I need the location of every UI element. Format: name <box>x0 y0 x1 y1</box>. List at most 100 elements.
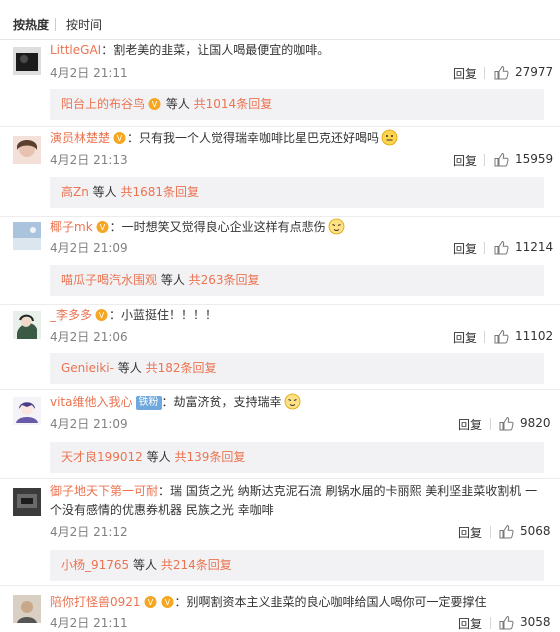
avatar[interactable] <box>13 222 41 250</box>
comment-item: _李多多 V ：小蓝挺住！！！！ 4月2日 21:06 回复 11102 Genie… <box>0 305 560 389</box>
reply-button[interactable]: 回复 <box>453 152 477 169</box>
like-button[interactable]: 9820 <box>499 415 551 431</box>
emoji-face-icon <box>328 218 345 235</box>
sub-reply-user[interactable]: 高Zn <box>61 185 89 199</box>
like-count: 11102 <box>515 329 554 343</box>
action-divider <box>490 418 491 430</box>
sub-replies: Genieiki- 等人 共182条回复 <box>50 353 544 384</box>
like-count: 5068 <box>520 524 551 538</box>
like-count: 15959 <box>515 152 554 166</box>
avatar[interactable] <box>13 47 41 75</box>
like-button[interactable]: 27977 <box>494 64 553 80</box>
thumbs-up-icon <box>499 416 514 430</box>
action-divider <box>484 154 485 166</box>
thumbs-up-icon <box>494 152 509 166</box>
action-divider <box>484 242 485 254</box>
comment-time: 4月2日 21:11 <box>50 66 128 80</box>
sub-reply-mid: 等人 <box>157 273 189 287</box>
sub-reply-count[interactable]: 共214条回复 <box>161 558 232 572</box>
like-button[interactable]: 5068 <box>499 523 551 539</box>
comment-username[interactable]: 陪你打怪兽0921 <box>50 595 141 609</box>
thumbs-up-icon <box>499 524 514 538</box>
reply-button[interactable]: 回复 <box>458 615 482 632</box>
thumbs-up-icon <box>499 615 514 629</box>
comment-username[interactable]: 御子地天下第一可耐 <box>50 484 158 498</box>
sub-replies: 高Zn 等人 共1681条回复 <box>50 177 544 208</box>
like-count: 11214 <box>515 240 554 254</box>
sub-reply-count[interactable]: 共263条回复 <box>189 273 260 287</box>
reply-button[interactable]: 回复 <box>453 329 477 346</box>
sub-reply-user[interactable]: 阳台上的布谷鸟 <box>61 97 145 111</box>
comment-time: 4月2日 21:13 <box>50 153 128 167</box>
comment-item: 陪你打怪兽0921 V V ：别啊割资本主义韭菜的良心咖啡给国人喝你可一定要撑住 4月… <box>0 586 560 632</box>
tab-divider <box>55 18 56 31</box>
comment-username[interactable]: 演员林楚楚 <box>50 131 110 145</box>
reply-button[interactable]: 回复 <box>453 240 477 257</box>
sub-reply-mid: 等人 <box>129 558 161 572</box>
comment-body: 御子地天下第一可耐：瑞 国货之光 纳斯达克泥石流 刷锅水届的卡丽熙 美利坚韭菜收… <box>50 482 544 520</box>
comment-body: 陪你打怪兽0921 V V ：别啊割资本主义韭菜的良心咖啡给国人喝你可一定要撑住 <box>50 593 552 611</box>
svg-text:V: V <box>164 598 170 607</box>
sub-replies: 小杨_91765 等人 共214条回复 <box>50 550 544 581</box>
svg-text:V: V <box>99 311 105 320</box>
comment-time: 4月2日 21:06 <box>50 330 128 344</box>
comment-time: 4月2日 21:11 <box>50 616 128 630</box>
sub-reply-mid: 等人 <box>162 97 194 111</box>
sub-reply-mid: 等人 <box>142 450 175 464</box>
avatar[interactable] <box>13 488 41 516</box>
comment-item: 御子地天下第一可耐：瑞 国货之光 纳斯达克泥石流 刷锅水届的卡丽熙 美利坚韭菜收… <box>0 479 560 585</box>
fan-badge: 铁粉 <box>135 396 162 410</box>
sub-reply-user[interactable]: 天才良199012 <box>61 450 143 464</box>
reply-button[interactable]: 回复 <box>458 416 482 433</box>
comment-text: ：只有我一个人觉得瑞幸咖啡比星巴克还好喝吗 <box>127 131 380 145</box>
comment-text: ：劫富济贫，支持瑞幸 <box>161 395 282 409</box>
emoji-face-icon <box>284 393 300 410</box>
sub-replies: 喵瓜子喝汽水围观 等人 共263条回复 <box>50 265 544 296</box>
comment-time: 4月2日 21:09 <box>50 241 128 255</box>
like-count: 3058 <box>520 615 551 629</box>
action-divider <box>484 331 485 343</box>
avatar[interactable] <box>13 136 41 164</box>
sub-reply-count[interactable]: 共182条回复 <box>146 361 217 375</box>
comment-item: vita维他入我心 铁粉 ：劫富济贫，支持瑞幸 4月2日 21:09 回复 9820… <box>0 390 560 478</box>
vip-crown-icon: V <box>113 132 126 144</box>
avatar[interactable] <box>13 397 41 425</box>
avatar[interactable] <box>13 311 41 339</box>
svg-text:V: V <box>117 134 123 143</box>
like-button[interactable]: 15959 <box>494 151 553 167</box>
sub-reply-count[interactable]: 共139条回复 <box>174 450 245 464</box>
svg-text:V: V <box>99 223 105 232</box>
sub-replies: 阳台上的布谷鸟 V 等人 共1014条回复 <box>50 89 544 120</box>
avatar[interactable] <box>13 595 41 623</box>
reply-button[interactable]: 回复 <box>458 524 482 541</box>
comment-body: vita维他入我心 铁粉 ：劫富济贫，支持瑞幸 <box>50 393 552 411</box>
like-button[interactable]: 11102 <box>494 328 553 344</box>
comment-username[interactable]: 椰子mk <box>50 220 93 234</box>
reply-button[interactable]: 回复 <box>453 65 477 82</box>
comment-body: 椰子mk V ：一时想笑又觉得良心企业这样有点悲伤 <box>50 218 552 236</box>
sub-reply-user[interactable]: Genieiki- <box>61 361 114 375</box>
action-divider <box>490 617 491 629</box>
sub-reply-count[interactable]: 共1681条回复 <box>120 185 199 199</box>
tab-by-time[interactable]: 按时间 <box>66 18 102 32</box>
comment-username[interactable]: vita维他入我心 <box>50 395 133 409</box>
comment-username[interactable]: _李多多 <box>50 308 92 322</box>
sub-reply-user[interactable]: 喵瓜子喝汽水围观 <box>61 273 157 287</box>
comment-item: LittleGAI：割老美的韭菜，让国人喝最便宜的咖啡。 4月2日 21:11 … <box>0 40 560 126</box>
vip-crown-icon: V <box>148 98 161 110</box>
like-button[interactable]: 11214 <box>494 239 553 255</box>
tab-by-heat[interactable]: 按热度 <box>13 18 49 32</box>
comment-username[interactable]: LittleGAI <box>50 43 101 57</box>
thumbs-up-icon <box>494 65 509 79</box>
emoji-face-icon <box>381 129 398 146</box>
comment-item: 演员林楚楚 V ：只有我一个人觉得瑞幸咖啡比星巴克还好喝吗 4月2日 21:13 回… <box>0 127 560 216</box>
like-button[interactable]: 3058 <box>499 614 551 630</box>
comment-time: 4月2日 21:09 <box>50 417 128 431</box>
sub-reply-mid: 等人 <box>113 361 146 375</box>
thumbs-up-icon <box>494 329 509 343</box>
sub-reply-count[interactable]: 共1014条回复 <box>194 97 273 111</box>
vip-crown-icon: V <box>144 596 157 608</box>
like-count: 9820 <box>520 416 551 430</box>
sub-reply-user[interactable]: 小杨_91765 <box>61 558 129 572</box>
vip-crown-icon: V <box>161 596 174 608</box>
